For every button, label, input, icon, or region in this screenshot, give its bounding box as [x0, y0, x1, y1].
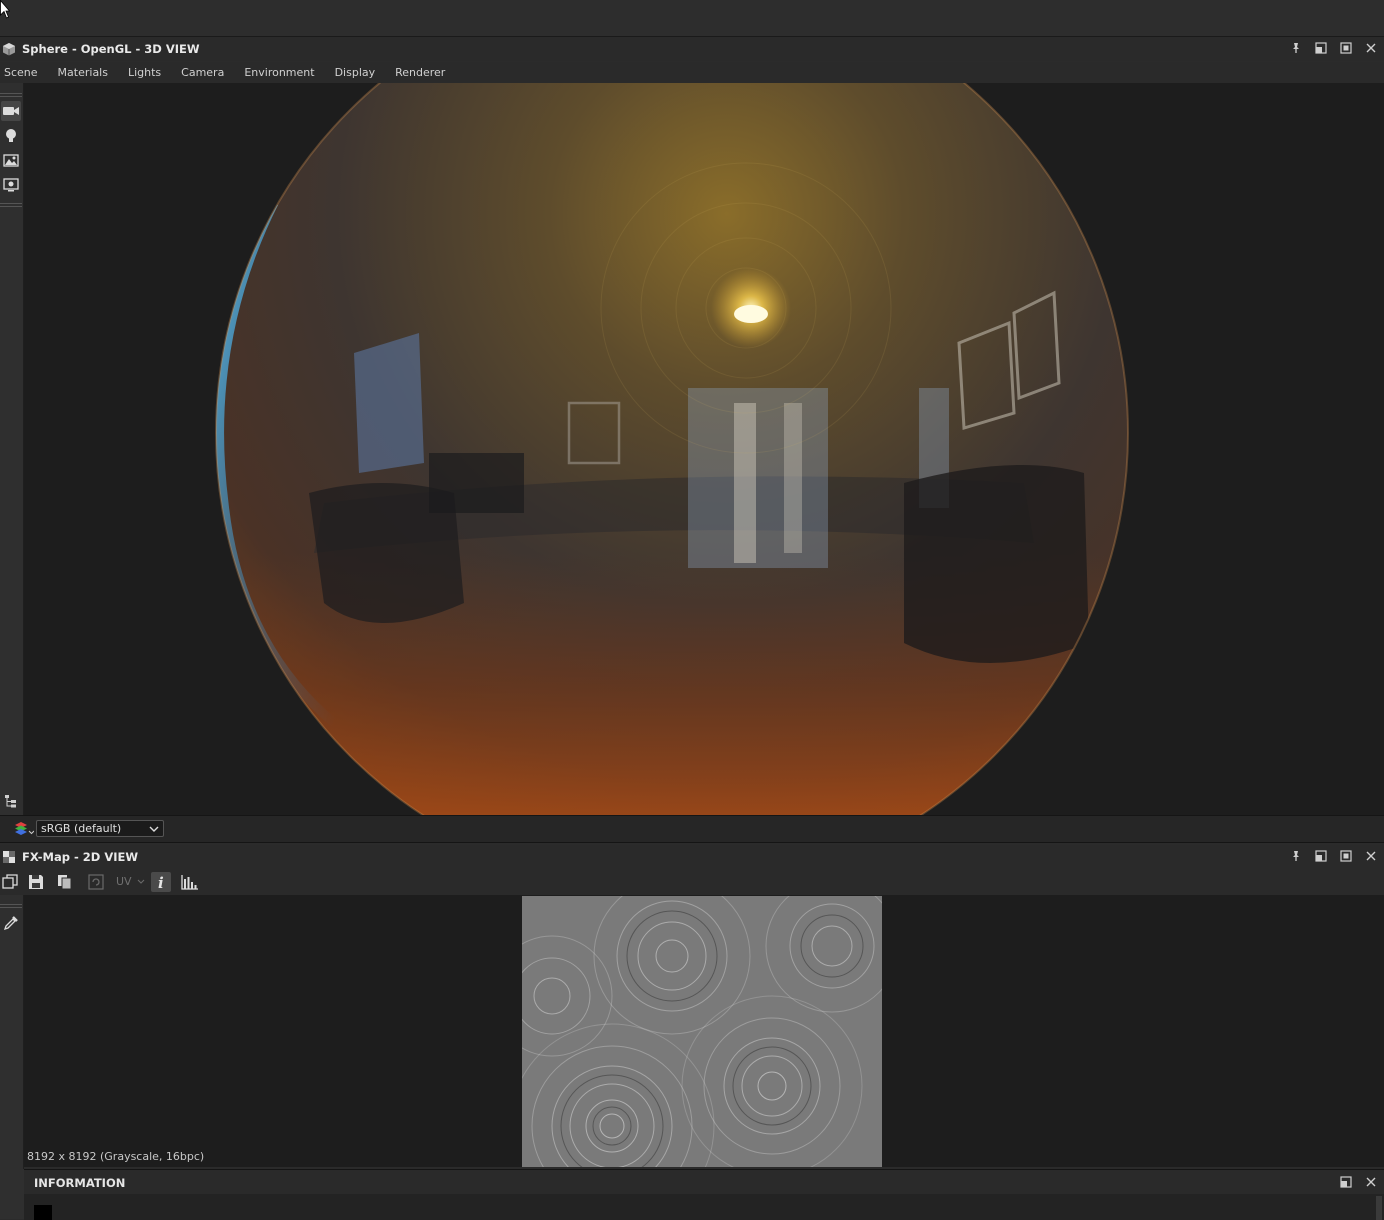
info-icon: i: [158, 874, 164, 890]
checker-icon: [3, 851, 15, 863]
display-settings-icon: [3, 178, 19, 192]
copy-view-icon: [2, 874, 18, 889]
toolbar-grip: [0, 93, 22, 97]
pixel-color-swatch: [34, 1205, 52, 1220]
display-tool[interactable]: [1, 175, 21, 195]
sphere-render: [215, 83, 1129, 815]
environment-tool[interactable]: [1, 150, 21, 170]
view3d-title: Sphere - OpenGL - 3D VIEW: [22, 42, 200, 56]
image-info: 8192 x 8192 (Grayscale, 16bpc): [27, 1150, 205, 1163]
histogram-button[interactable]: [180, 872, 200, 892]
close-icon[interactable]: [1364, 1175, 1378, 1189]
information-body: [24, 1194, 1384, 1220]
camera-icon: [3, 107, 19, 115]
uv-toggle[interactable]: UV: [116, 875, 132, 888]
pin-icon[interactable]: [1289, 41, 1303, 55]
view3d-statusbar: sRGB (default): [0, 815, 1384, 843]
copy-button[interactable]: [55, 872, 75, 892]
copy-icon: [58, 875, 72, 890]
tiling-button[interactable]: [86, 872, 106, 892]
camera-tool[interactable]: [1, 101, 21, 121]
color-space-select[interactable]: sRGB (default): [36, 820, 164, 837]
menu-lights[interactable]: Lights: [128, 66, 161, 79]
cube-icon: [3, 43, 15, 56]
hierarchy-icon: [5, 795, 16, 808]
color-space-value: sRGB (default): [41, 822, 122, 835]
pin-icon[interactable]: [1289, 849, 1303, 863]
menu-camera[interactable]: Camera: [181, 66, 224, 79]
view2d-title: FX-Map - 2D VIEW: [22, 850, 139, 864]
chevron-down-icon: [149, 826, 159, 832]
svg-text:i: i: [158, 874, 164, 890]
view3d-viewport[interactable]: [24, 83, 1384, 815]
view3d-menubar: Scene Materials Lights Camera Environmen…: [0, 62, 1384, 83]
menu-scene[interactable]: Scene: [4, 66, 38, 79]
histogram-icon: [181, 875, 198, 890]
menu-renderer[interactable]: Renderer: [395, 66, 445, 79]
view2d-viewport[interactable]: 8192 x 8192 (Grayscale, 16bpc): [24, 895, 1384, 1167]
left-strip: [0, 1169, 24, 1219]
info-toggle-button[interactable]: i: [151, 872, 171, 892]
toolbar-grip: [0, 203, 22, 207]
light-bulb-icon: [6, 129, 16, 142]
maximize-icon[interactable]: [1339, 849, 1353, 863]
close-icon[interactable]: [1364, 41, 1378, 55]
float-window-icon[interactable]: [1314, 41, 1328, 55]
close-icon[interactable]: [1364, 849, 1378, 863]
menu-materials[interactable]: Materials: [58, 66, 108, 79]
eyedropper-icon: [3, 916, 18, 931]
save-icon: [29, 875, 43, 889]
copy-view-button[interactable]: [0, 872, 20, 892]
toolbar-grip: [0, 904, 22, 908]
information-title: INFORMATION: [34, 1176, 126, 1190]
color-layers-icon[interactable]: [14, 821, 34, 837]
view2d-titlebar: FX-Map - 2D VIEW: [0, 845, 1384, 869]
view3d-left-toolbar: [0, 83, 24, 815]
view2d-left-toolbar: [0, 895, 24, 1169]
lights-tool[interactable]: [1, 126, 21, 146]
chevron-down-icon[interactable]: [137, 879, 145, 885]
fx-map-texture: [522, 896, 882, 1167]
float-window-icon[interactable]: [1339, 1175, 1353, 1189]
save-button[interactable]: [26, 872, 46, 892]
top-toolbar-strip: [0, 0, 1384, 37]
hierarchy-tool[interactable]: [1, 791, 21, 811]
maximize-icon[interactable]: [1339, 41, 1353, 55]
scrollbar[interactable]: [1376, 1196, 1382, 1220]
view3d-titlebar: Sphere - OpenGL - 3D VIEW: [0, 37, 1384, 61]
environment-icon: [3, 154, 19, 167]
refresh-icon: [88, 874, 104, 890]
menu-display[interactable]: Display: [335, 66, 376, 79]
float-window-icon[interactable]: [1314, 849, 1328, 863]
menu-environment[interactable]: Environment: [244, 66, 314, 79]
mouse-cursor-icon: [0, 0, 10, 19]
view2d-toolbar: UV i: [0, 869, 1384, 895]
information-panel: INFORMATION: [24, 1169, 1384, 1220]
color-picker-tool[interactable]: [1, 913, 21, 933]
